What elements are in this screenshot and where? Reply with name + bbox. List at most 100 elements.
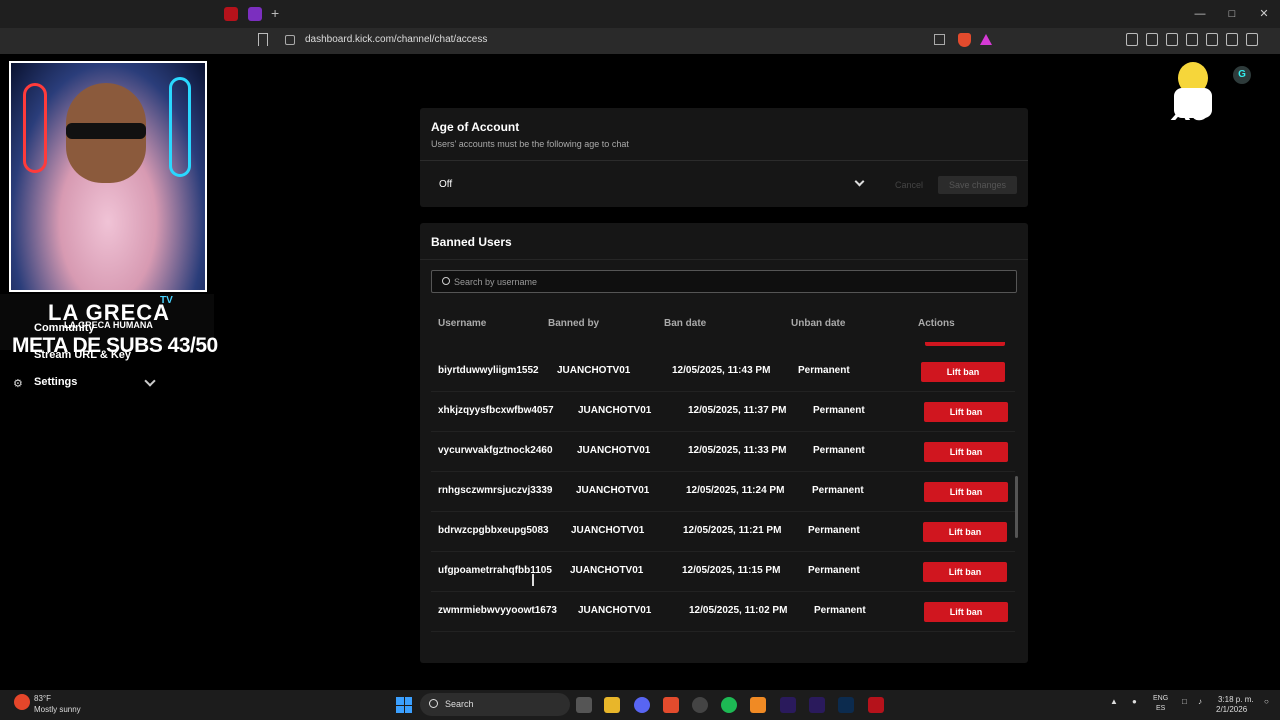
share-icon[interactable] bbox=[934, 34, 945, 45]
row-username: rnhgsczwmrsjuczvj3339 bbox=[438, 485, 553, 496]
row-ban-date: 12/05/2025, 11:37 PM bbox=[688, 405, 787, 416]
grammarly-icon[interactable]: G bbox=[1233, 66, 1251, 84]
clock-date[interactable]: 2/1/2026 bbox=[1216, 705, 1247, 714]
weather-icon[interactable] bbox=[14, 694, 30, 710]
spotify-icon[interactable] bbox=[721, 697, 737, 713]
tray-overflow-icon[interactable]: ▲ bbox=[1110, 697, 1118, 706]
address-bar[interactable]: dashboard.kick.com/channel/chat/access bbox=[305, 34, 487, 45]
screenshot-icon[interactable] bbox=[1126, 33, 1138, 46]
row-ban-date: 12/05/2025, 11:24 PM bbox=[686, 485, 785, 496]
gear-icon: ⚙ bbox=[13, 378, 23, 390]
table-row: xhkjzqyysfbcxwfbw4057 JUANCHOTV01 12/05/… bbox=[431, 394, 1015, 432]
new-tab-icon[interactable]: + bbox=[271, 5, 279, 21]
start-icon[interactable] bbox=[396, 697, 412, 713]
obs-icon[interactable] bbox=[692, 697, 708, 713]
lift-ban-button[interactable]: Lift ban bbox=[923, 562, 1007, 582]
brave-shields-icon[interactable] bbox=[958, 33, 971, 47]
cancel-button[interactable]: Cancel bbox=[886, 176, 932, 194]
row-banned-by: JUANCHOTV01 bbox=[571, 525, 645, 536]
volume-icon[interactable]: ♪ bbox=[1198, 697, 1202, 706]
brave-icon[interactable] bbox=[663, 697, 679, 713]
multiplier-text: X5 bbox=[1172, 94, 1209, 127]
banned-users-title: Banned Users bbox=[431, 235, 512, 249]
row-ban-date: 12/05/2025, 11:15 PM bbox=[682, 565, 781, 576]
tab-favicon-twitch-icon[interactable] bbox=[248, 7, 262, 21]
premiere-icon[interactable] bbox=[780, 697, 796, 713]
task-view-icon[interactable] bbox=[576, 697, 592, 713]
clock-time[interactable]: 3:18 p. m. bbox=[1218, 695, 1254, 704]
column-header-unban-date[interactable]: Unban date bbox=[791, 318, 845, 329]
taskbar: 83°F Mostly sunny Search ▲ ● ENG ES □ ♪ … bbox=[0, 690, 1280, 720]
lift-ban-button[interactable]: Lift ban bbox=[923, 522, 1007, 542]
divider bbox=[420, 160, 1028, 161]
window-controls: — □ ✕ bbox=[1184, 0, 1280, 28]
notification-icon[interactable]: ○ bbox=[1264, 697, 1269, 706]
photoshop-icon[interactable] bbox=[838, 697, 854, 713]
menu-icon[interactable] bbox=[1246, 33, 1258, 46]
row-username: vycurwvakfgztnock2460 bbox=[438, 445, 553, 456]
discord-icon[interactable] bbox=[634, 697, 650, 713]
chevron-down-icon bbox=[854, 176, 865, 187]
row-ban-date: 12/05/2025, 11:21 PM bbox=[683, 525, 782, 536]
taskbar-search[interactable]: Search bbox=[420, 693, 570, 716]
lift-ban-button[interactable]: Lift ban bbox=[924, 482, 1008, 502]
leo-icon[interactable] bbox=[1206, 33, 1218, 46]
sidebar-item-settings[interactable]: Settings bbox=[34, 376, 77, 388]
weather-description: Mostly sunny bbox=[34, 705, 81, 714]
vpn-icon[interactable] bbox=[1226, 33, 1238, 46]
tab-favicon-netflix-icon[interactable] bbox=[224, 7, 238, 21]
microphone-icon[interactable]: ● bbox=[1132, 697, 1137, 706]
neon-light-left bbox=[23, 83, 47, 173]
network-icon[interactable]: □ bbox=[1182, 697, 1187, 706]
netflix-icon[interactable] bbox=[868, 697, 884, 713]
row-unban-date: Permanent bbox=[814, 605, 866, 616]
browser-toolbar: dashboard.kick.com/channel/chat/access bbox=[0, 28, 1280, 54]
row-ban-date: 12/05/2025, 11:33 PM bbox=[688, 445, 787, 456]
table-scrollbar[interactable] bbox=[1015, 476, 1018, 538]
row-ban-date: 12/05/2025, 11:43 PM bbox=[672, 365, 771, 376]
lift-ban-button-partial[interactable] bbox=[925, 342, 1005, 346]
search-input[interactable] bbox=[454, 274, 994, 289]
column-header-banned-by[interactable]: Banned by bbox=[548, 318, 599, 329]
row-unban-date: Permanent bbox=[812, 485, 864, 496]
app-icon[interactable] bbox=[750, 697, 766, 713]
search-icon bbox=[429, 699, 438, 708]
row-unban-date: Permanent bbox=[813, 405, 865, 416]
row-unban-date: Permanent bbox=[808, 565, 860, 576]
chevron-down-icon[interactable] bbox=[144, 375, 156, 387]
file-explorer-icon[interactable] bbox=[604, 697, 620, 713]
row-unban-date: Permanent bbox=[813, 445, 865, 456]
sidebar-item-stream-url[interactable]: Stream URL & Key bbox=[34, 349, 131, 361]
column-header-username[interactable]: Username bbox=[438, 318, 486, 329]
minimize-icon[interactable]: — bbox=[1184, 0, 1216, 28]
lift-ban-button[interactable]: Lift ban bbox=[924, 442, 1008, 462]
restore-icon[interactable]: □ bbox=[1216, 0, 1248, 28]
after-effects-icon[interactable] bbox=[809, 697, 825, 713]
age-of-account-description: Users' accounts must be the following ag… bbox=[431, 139, 629, 149]
age-select-value: Off bbox=[439, 179, 453, 190]
sidebar-item-community[interactable]: Community bbox=[34, 322, 95, 334]
media-icon[interactable] bbox=[1146, 33, 1158, 46]
search-box[interactable] bbox=[431, 270, 1017, 293]
column-header-ban-date[interactable]: Ban date bbox=[664, 318, 706, 329]
row-username: biyrtduwwyliigm1552 bbox=[438, 365, 539, 376]
language-indicator[interactable]: ENG bbox=[1153, 695, 1168, 702]
site-info-icon[interactable] bbox=[285, 35, 295, 45]
sidebar-icon[interactable] bbox=[1166, 33, 1178, 46]
brave-rewards-icon[interactable] bbox=[980, 34, 992, 45]
close-icon[interactable]: ✕ bbox=[1248, 0, 1280, 28]
lift-ban-button[interactable]: Lift ban bbox=[921, 362, 1005, 382]
row-username: bdrwzcpgbbxeupg5083 bbox=[438, 525, 549, 536]
neon-light-right bbox=[169, 77, 191, 177]
lift-ban-button[interactable]: Lift ban bbox=[924, 402, 1008, 422]
lift-ban-button[interactable]: Lift ban bbox=[924, 602, 1008, 622]
age-select[interactable]: Off bbox=[431, 176, 875, 194]
toolbar-actions bbox=[1126, 33, 1258, 46]
row-username: xhkjzqyysfbcxwfbw4057 bbox=[438, 405, 554, 416]
save-changes-button[interactable]: Save changes bbox=[938, 176, 1017, 194]
search-icon bbox=[442, 277, 450, 285]
bookmark-icon[interactable] bbox=[258, 33, 268, 46]
wallet-icon[interactable] bbox=[1186, 33, 1198, 46]
row-banned-by: JUANCHOTV01 bbox=[576, 485, 650, 496]
row-unban-date: Permanent bbox=[798, 365, 850, 376]
